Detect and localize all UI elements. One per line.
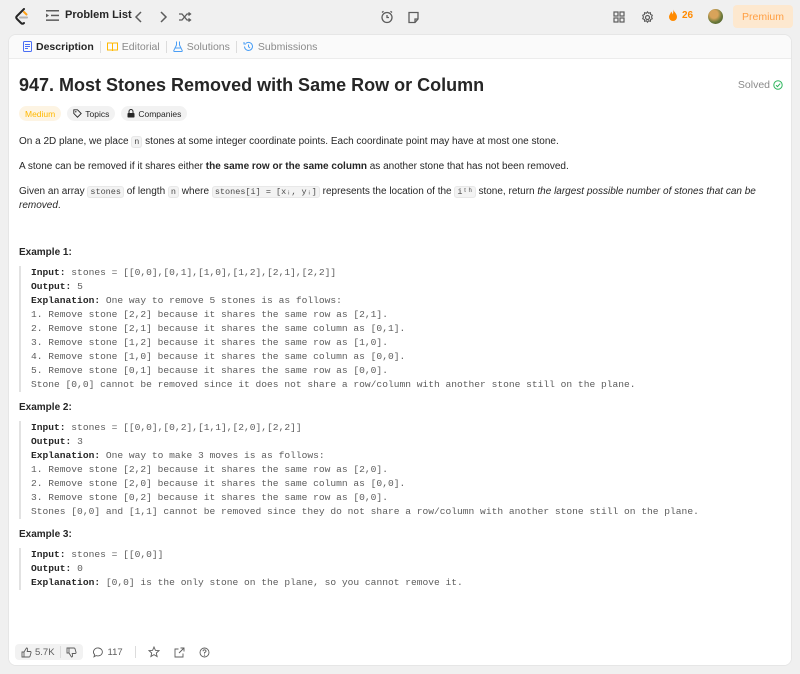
solved-label: Solved <box>737 79 770 91</box>
inline-code: stones <box>87 186 124 198</box>
divider <box>59 646 61 658</box>
shuffle-icon <box>179 11 192 23</box>
like-count: 5.7K <box>35 646 55 658</box>
thumbs-down-icon <box>66 647 77 657</box>
tag-icon <box>73 109 83 118</box>
action-bar: 5.7K 117 <box>9 639 791 665</box>
solved-status: Solved <box>738 79 783 91</box>
star-icon <box>147 646 160 658</box>
list-icon <box>46 9 59 21</box>
question-circle-icon <box>199 647 210 657</box>
timer-button[interactable] <box>376 6 398 28</box>
companies-label: Companies <box>138 108 182 119</box>
example-title: Example 3: <box>19 529 72 540</box>
dislike-button[interactable] <box>66 647 77 658</box>
settings-button[interactable] <box>638 8 656 26</box>
tab-label: Description <box>36 40 94 53</box>
topics-tag[interactable]: Topics <box>67 106 116 121</box>
description-paragraph-3: Given an array stones of length n where … <box>19 186 756 211</box>
streak-count: 26 <box>682 10 694 21</box>
tab-submissions[interactable]: Submissions <box>237 35 324 59</box>
tab-label: Submissions <box>257 40 318 53</box>
comment-icon <box>92 647 103 658</box>
problem-content: 947. Most Stones Removed with Same Row o… <box>19 71 783 590</box>
favorite-button[interactable] <box>144 644 164 660</box>
check-circle-icon <box>773 80 783 90</box>
tab-label: Solutions <box>186 40 230 53</box>
share-button[interactable] <box>170 645 189 660</box>
alarm-clock-icon <box>381 10 393 24</box>
fire-icon <box>669 9 677 21</box>
description-paragraph-2: A stone can be removed if it shares eith… <box>19 161 569 172</box>
difficulty-badge: Medium <box>19 106 62 121</box>
grid-layout-icon <box>613 11 625 23</box>
top-navbar: Problem List 26 Premium <box>0 0 800 34</box>
tab-description[interactable]: Description <box>17 35 100 59</box>
example-title: Example 1: <box>19 247 72 258</box>
tab-label: Editorial <box>121 40 160 53</box>
chevron-right-icon <box>160 11 168 23</box>
avatar[interactable] <box>708 9 723 24</box>
vote-group: 5.7K <box>15 644 83 660</box>
tab-bar: Description Editorial Solutions Submissi… <box>9 35 791 59</box>
example-title: Example 2: <box>19 402 72 413</box>
inline-code: stones[i] = [xᵢ, yᵢ] <box>211 186 320 198</box>
leetcode-logo-icon[interactable] <box>14 8 30 26</box>
note-icon <box>407 11 419 23</box>
comments-button[interactable]: 117 <box>89 645 127 660</box>
lock-icon <box>127 109 135 118</box>
next-problem-button[interactable] <box>154 8 172 26</box>
inline-code: n <box>131 136 143 148</box>
layout-button[interactable] <box>610 8 628 26</box>
problem-title: 947. Most Stones Removed with Same Row o… <box>19 75 485 95</box>
random-problem-button[interactable] <box>176 8 194 26</box>
inline-code: n <box>167 186 180 198</box>
companies-tag[interactable]: Companies <box>121 106 188 121</box>
streak-counter[interactable]: 26 <box>668 9 693 22</box>
help-button[interactable] <box>195 645 214 660</box>
thumbs-up-icon <box>21 647 32 657</box>
example-block: Input: stones = [[0,0],[0,2],[1,1],[2,0]… <box>19 421 783 519</box>
description-paragraph-1: On a 2D plane, we place n stones at some… <box>19 136 559 148</box>
problem-list-button[interactable]: Problem List <box>46 9 132 21</box>
description-icon <box>23 41 32 52</box>
like-button[interactable]: 5.7K <box>21 647 55 658</box>
inline-code: iᵗʰ <box>454 186 476 198</box>
topics-label: Topics <box>85 108 110 119</box>
external-link-icon <box>174 647 185 657</box>
chevron-left-icon <box>134 11 142 23</box>
description-panel: Description Editorial Solutions Submissi… <box>8 34 792 666</box>
editorial-icon <box>106 42 118 51</box>
example-block: Input: stones = [[0,0],[0,1],[1,0],[1,2]… <box>19 266 783 392</box>
prev-problem-button[interactable] <box>130 8 148 26</box>
solutions-icon <box>172 41 183 52</box>
submissions-icon <box>243 41 253 51</box>
gear-icon <box>641 10 653 23</box>
example-block: Input: stones = [[0,0]] Output: 0 Explan… <box>19 548 783 590</box>
notes-button[interactable] <box>402 6 424 28</box>
divider <box>134 646 136 658</box>
tab-solutions[interactable]: Solutions <box>167 35 236 59</box>
tag-row: Medium Topics Companies <box>19 106 783 121</box>
comment-count: 117 <box>107 646 123 658</box>
premium-button[interactable]: Premium <box>733 5 793 28</box>
problem-list-label: Problem List <box>65 9 132 21</box>
tab-editorial[interactable]: Editorial <box>101 35 166 59</box>
